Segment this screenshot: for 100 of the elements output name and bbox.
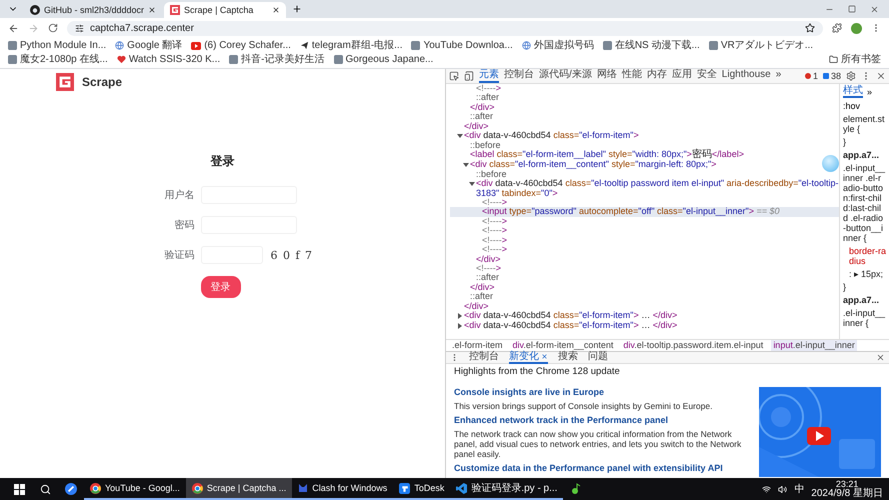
devtools-tab[interactable]: Lighthouse (722, 69, 771, 83)
site-icon (602, 41, 612, 50)
code-line[interactable]: ::after (476, 273, 500, 283)
windows-logo-icon[interactable] (14, 484, 24, 494)
input-method-indicator[interactable]: 中 (794, 482, 804, 496)
code-line[interactable]: ::after (476, 93, 500, 103)
new-tab-icon[interactable] (292, 4, 302, 14)
more-tabs-button[interactable]: » (776, 69, 782, 83)
drawer-tab[interactable]: 搜索 (558, 351, 578, 364)
code-line[interactable]: ::after (470, 112, 494, 122)
drawer-tab[interactable]: 问题 (588, 351, 608, 364)
code-line[interactable]: <div data-v-460cbd54 class="el-form-item"> (464, 131, 639, 140)
devtools-tab[interactable]: 内存 (646, 69, 667, 83)
code-line[interactable]: <div data-v-460cbd54 class="el-tooltip password item el-input" aria-describedby="el-tooltip-3183" tabindex="0"> (476, 179, 839, 198)
code-line[interactable]: </div> (464, 302, 489, 311)
app-icon[interactable] (571, 483, 582, 495)
clock[interactable]: 23:21 2024/9/8 星期日 (811, 479, 883, 499)
message-count[interactable]: 38 (822, 71, 841, 81)
bookmark[interactable]: 在线NS 动漫下载... (602, 39, 700, 52)
devtools-tab[interactable]: 网络 (596, 69, 617, 83)
code-line[interactable]: <!----> (482, 216, 508, 226)
code-line[interactable]: <div class="el-form-item__content" style="margin-left: 80px;"> (470, 160, 716, 170)
devtools-tab[interactable]: 性能 (622, 69, 642, 83)
field-label: 验证码 (164, 249, 194, 262)
wifi-icon[interactable] (762, 484, 772, 494)
taskbar-app[interactable]: YouTube - Googl... (84, 478, 186, 500)
site-info-icon[interactable] (75, 24, 84, 32)
bookmark[interactable]: telegram群组-电报... (300, 39, 402, 52)
search-icon[interactable] (40, 484, 50, 494)
address-bar[interactable]: captcha7.scrape.center (67, 20, 823, 36)
chrome-icon (192, 482, 203, 494)
bookmark[interactable]: VRアダルトビデオ... (708, 39, 814, 52)
all-bookmarks[interactable]: 所有书签 (829, 53, 881, 66)
browser-tab[interactable]: GitHub - sml2h3/ddddocr (24, 2, 162, 18)
bookmark[interactable]: Python Module In... (8, 39, 106, 52)
styles-tab[interactable]: 样式 (843, 86, 863, 98)
code-line[interactable]: <div data-v-460cbd54 class="el-form-item"> … </div> (464, 310, 678, 320)
feature-title[interactable]: Enhanced network track in the Performance panel (454, 415, 745, 425)
star-icon[interactable] (805, 23, 815, 33)
taskbar-app[interactable]: 验证码登录.py - p... (450, 478, 564, 500)
profile-avatar[interactable] (851, 22, 862, 34)
code-line[interactable]: <label class="el-form-item__label" style="width: 80px;">密码</label> (470, 150, 744, 160)
feature-title[interactable]: Customize data in the Performance panel with extensibility API (454, 463, 745, 473)
code-line[interactable]: ::before (476, 170, 507, 180)
extensions-icon[interactable] (832, 23, 842, 33)
code-line[interactable]: </div> (464, 122, 489, 132)
back-icon[interactable] (8, 22, 19, 34)
code-line[interactable]: <!----> (482, 236, 508, 246)
code-line[interactable]: <!----> (476, 264, 502, 274)
bookmark[interactable]: YouTube Downloa... (411, 39, 513, 52)
code-line[interactable]: <!----> (482, 226, 508, 236)
feature-title[interactable]: Console insights are live in Europe (454, 387, 745, 397)
code-line[interactable]: <!----> (482, 198, 508, 208)
reload-icon[interactable] (48, 23, 58, 33)
bookmark[interactable]: Google 翻译 (115, 39, 182, 52)
close-icon[interactable] (148, 6, 156, 14)
close-icon[interactable] (876, 71, 886, 81)
code-line[interactable]: </div> (470, 102, 495, 112)
browser-tab[interactable]: Scrape | Captcha (164, 2, 286, 18)
settings-icon[interactable] (846, 71, 856, 81)
code-line[interactable]: <!----> (476, 84, 502, 94)
bookmark[interactable]: 魔女2-1080p 在线... (8, 53, 108, 66)
taskbar-app[interactable]: Clash for Windows (292, 478, 394, 500)
captcha-image[interactable]: 6 0 f 7 (270, 248, 314, 262)
more-tabs-button[interactable]: » (867, 87, 872, 97)
taskbar-app[interactable]: ToDesk (393, 478, 450, 500)
close-icon[interactable] (876, 353, 885, 362)
bookmark[interactable]: Gorgeous Japane... (334, 53, 434, 66)
style-rule-text: } (843, 137, 848, 147)
devtools-tab[interactable]: 源代码/来源 (539, 69, 592, 83)
bookmark[interactable]: Watch SSIS-320 K... (116, 53, 220, 66)
code-line[interactable]: ::before (470, 141, 501, 150)
volume-icon[interactable] (778, 484, 788, 494)
maximize-icon[interactable] (848, 5, 856, 13)
code-line[interactable]: <!----> (482, 245, 508, 254)
close-icon[interactable] (272, 6, 280, 14)
code-line[interactable]: ::after (470, 292, 494, 302)
login-button[interactable]: 登录 (200, 276, 240, 298)
breadcrumb[interactable]: .el-form-item (450, 340, 505, 351)
code-line[interactable]: </div> (470, 282, 495, 292)
code-line[interactable]: </div> (476, 254, 501, 264)
feature-description: This version brings support of Console insights by Gemini to Europe. (454, 401, 714, 411)
inspect-icon[interactable] (449, 71, 459, 81)
bookmark[interactable]: 外国虚拟号码 (522, 39, 594, 52)
bookmark[interactable]: 抖音-记录美好生活 (229, 53, 324, 66)
breadcrumb[interactable]: input.el-input__inner (771, 340, 857, 351)
code-line[interactable]: <div data-v-460cbd54 class="el-form-item"> … </div> (464, 320, 678, 330)
devtools-tab[interactable]: 元素 (479, 69, 499, 83)
app-icon[interactable] (65, 483, 77, 495)
taskbar-app[interactable]: Scrape | Captcha ... (186, 478, 292, 500)
drawer-tab[interactable]: 新变化 (509, 351, 548, 364)
device-toggle-icon[interactable] (464, 71, 474, 81)
breadcrumb[interactable]: div.el-tooltip.password.item.el-input (621, 340, 766, 351)
site-icon (229, 55, 238, 64)
devtools-tab[interactable]: 控制台 (504, 69, 534, 83)
error-count[interactable]: 1 (804, 71, 818, 81)
hover-filter-button[interactable]: :hov (843, 101, 886, 111)
bookmark[interactable]: (6) Corey Schafer... (191, 39, 291, 52)
breadcrumb[interactable]: div.el-form-item__content (510, 340, 616, 351)
drawer-tab[interactable]: 控制台 (469, 351, 499, 364)
